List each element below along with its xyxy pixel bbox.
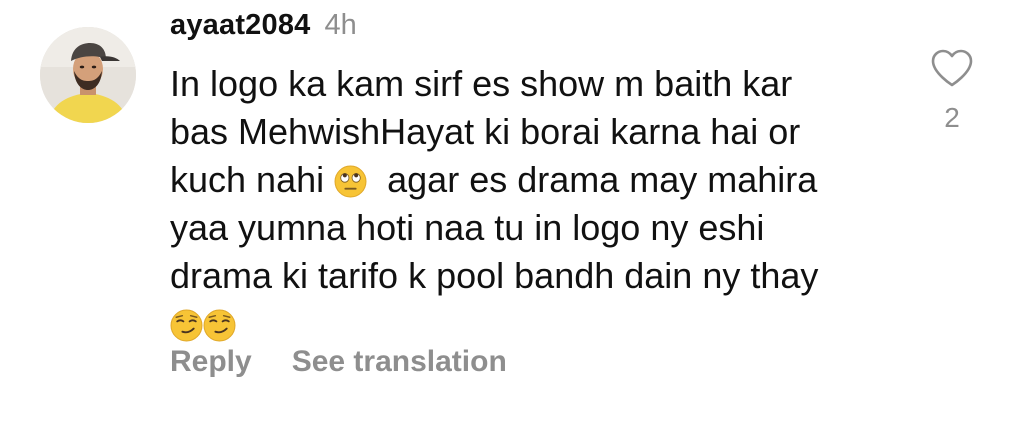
comment-emoji-line <box>170 300 890 348</box>
like-count: 2 <box>944 102 960 133</box>
timestamp: 4h <box>324 9 357 41</box>
like-control: 2 <box>928 48 976 134</box>
reply-button[interactable]: Reply <box>170 345 252 379</box>
comment-line: In logo ka kam sirf es show m baith kar <box>170 63 793 104</box>
smirking-face-icon <box>203 309 236 342</box>
heart-icon[interactable] <box>930 48 974 88</box>
avatar[interactable] <box>40 27 136 123</box>
face-with-rolling-eyes-icon <box>334 165 367 198</box>
username[interactable]: ayaat2084 <box>170 9 311 42</box>
see-translation-button[interactable]: See translation <box>292 345 507 379</box>
comment-line: bas MehwishHayat ki borai karna hai or <box>170 111 801 152</box>
comment-line: drama ki tarifo k pool bandh dain ny tha… <box>170 255 819 296</box>
comment-line: kuch nahi agar es drama may mahira <box>170 156 890 204</box>
comment-item: ayaat2084 4h In logo ka kam sirf es show… <box>0 0 1024 432</box>
comment-line-segment: agar es drama may mahira <box>387 159 818 200</box>
comment-text: In logo ka kam sirf es show m baith kar … <box>170 60 890 348</box>
comment-actions: Reply See translation <box>170 345 507 379</box>
comment-line-segment: kuch nahi <box>170 159 325 200</box>
comment-line: yaa yumna hoti naa tu in logo ny eshi <box>170 207 765 248</box>
comment-header: ayaat2084 4h <box>170 9 357 49</box>
smirking-face-icon <box>170 309 203 342</box>
